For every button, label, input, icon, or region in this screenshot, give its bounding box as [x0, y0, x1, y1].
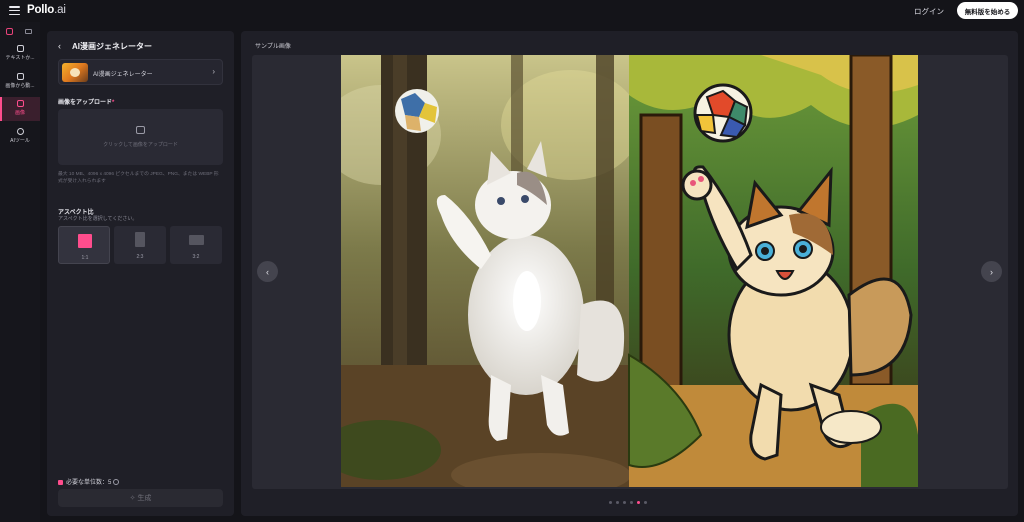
ratio-option-1-1[interactable]: 1:1: [58, 226, 110, 264]
carousel-prev-button[interactable]: ‹: [257, 261, 278, 282]
panel-title: AI漫画ジェネレーター: [72, 42, 152, 51]
upload-hint: クリックして画像をアップロード: [103, 142, 178, 148]
rail-item-image-to-video[interactable]: 画像から動...: [0, 70, 40, 94]
carousel-next-button[interactable]: ›: [981, 261, 1002, 282]
rail-item-label: 画像から動...: [5, 83, 35, 89]
logo-main: Pollo: [27, 4, 55, 16]
square-ratio-icon: [78, 234, 92, 248]
rail-item-label: テキストか...: [5, 55, 35, 61]
file-requirements-note: 最大 10 MB、4096 x 4096 ピクセルまでの JPEG、PNG、また…: [58, 172, 219, 184]
carousel-stage: ‹ ›: [252, 55, 1008, 489]
image-mode-icon[interactable]: [6, 28, 13, 35]
image-to-video-icon: [16, 73, 24, 80]
carousel-dot[interactable]: [609, 501, 612, 504]
back-chevron-icon[interactable]: ‹: [58, 41, 61, 51]
carousel-dot[interactable]: [616, 501, 619, 504]
ratio-label: 2:3: [136, 254, 144, 260]
ratio-label: 3:2: [192, 254, 200, 260]
illustrated-comic-half: [628, 55, 918, 487]
upload-image-icon: [136, 126, 145, 134]
carousel-dot[interactable]: [630, 501, 633, 504]
carousel-dot[interactable]: [623, 501, 626, 504]
ai-tools-icon: [16, 128, 24, 135]
ratio-label: 1:1: [81, 255, 89, 261]
text-to-video-icon: [16, 45, 24, 52]
logo-suffix: .ai: [54, 4, 66, 16]
portrait-ratio-icon: [135, 232, 145, 247]
sample-image-comparison: [341, 55, 918, 487]
aspect-ratio-hint: アスペクト比を選択してください。: [58, 216, 138, 222]
image-icon: [16, 100, 24, 107]
video-mode-icon[interactable]: [25, 29, 32, 34]
rail-mode-switch[interactable]: [0, 25, 40, 39]
carousel-dot-active[interactable]: [637, 501, 640, 504]
photo-realistic-half: [341, 55, 641, 487]
start-free-button[interactable]: 無料版を始める: [957, 2, 1018, 19]
menu-icon[interactable]: [9, 6, 20, 15]
upload-label: 画像をアップロード*: [58, 100, 115, 106]
rail-item-ai-tools[interactable]: AIツール: [0, 125, 40, 149]
rail-item-label: 画像: [14, 110, 25, 116]
credits-required: 必要な単位数：5: [58, 477, 120, 486]
top-bar: Pollo.ai ログイン 無料版を始める: [0, 0, 1024, 22]
logo[interactable]: Pollo.ai: [27, 4, 66, 16]
sample-gallery: サンプル画像 ‹ ›: [241, 31, 1018, 516]
credit-icon: [58, 479, 63, 485]
carousel-dot[interactable]: [644, 501, 647, 504]
carousel-dots: [609, 501, 647, 504]
ratio-option-2-3[interactable]: 2:3: [114, 226, 166, 264]
model-select[interactable]: AI漫画ジェネレーター ›: [58, 59, 223, 85]
rail-item-text-to-video[interactable]: テキストか...: [0, 42, 40, 66]
model-thumbnail: [62, 63, 88, 82]
generator-panel: ‹ AI漫画ジェネレーター AI漫画ジェネレーター › 画像をアップロード* ク…: [47, 31, 234, 516]
ratio-option-3-2[interactable]: 3:2: [170, 226, 222, 264]
chevron-left-icon: ‹: [266, 266, 269, 277]
chevron-right-icon: ›: [212, 67, 215, 76]
gallery-title: サンプル画像: [255, 44, 291, 50]
chevron-right-icon: ›: [990, 266, 993, 277]
login-link[interactable]: ログイン: [914, 6, 944, 17]
generate-button[interactable]: ✧ 生成: [58, 489, 223, 507]
upload-dropzone[interactable]: クリックして画像をアップロード: [58, 109, 223, 165]
left-rail: テキストか... 画像から動... 画像 AIツール: [0, 22, 40, 522]
info-icon[interactable]: [113, 479, 120, 485]
rail-item-image[interactable]: 画像: [0, 97, 40, 121]
rail-item-label: AIツール: [10, 138, 30, 144]
model-name: AI漫画ジェネレーター: [93, 72, 153, 78]
landscape-ratio-icon: [189, 235, 204, 245]
